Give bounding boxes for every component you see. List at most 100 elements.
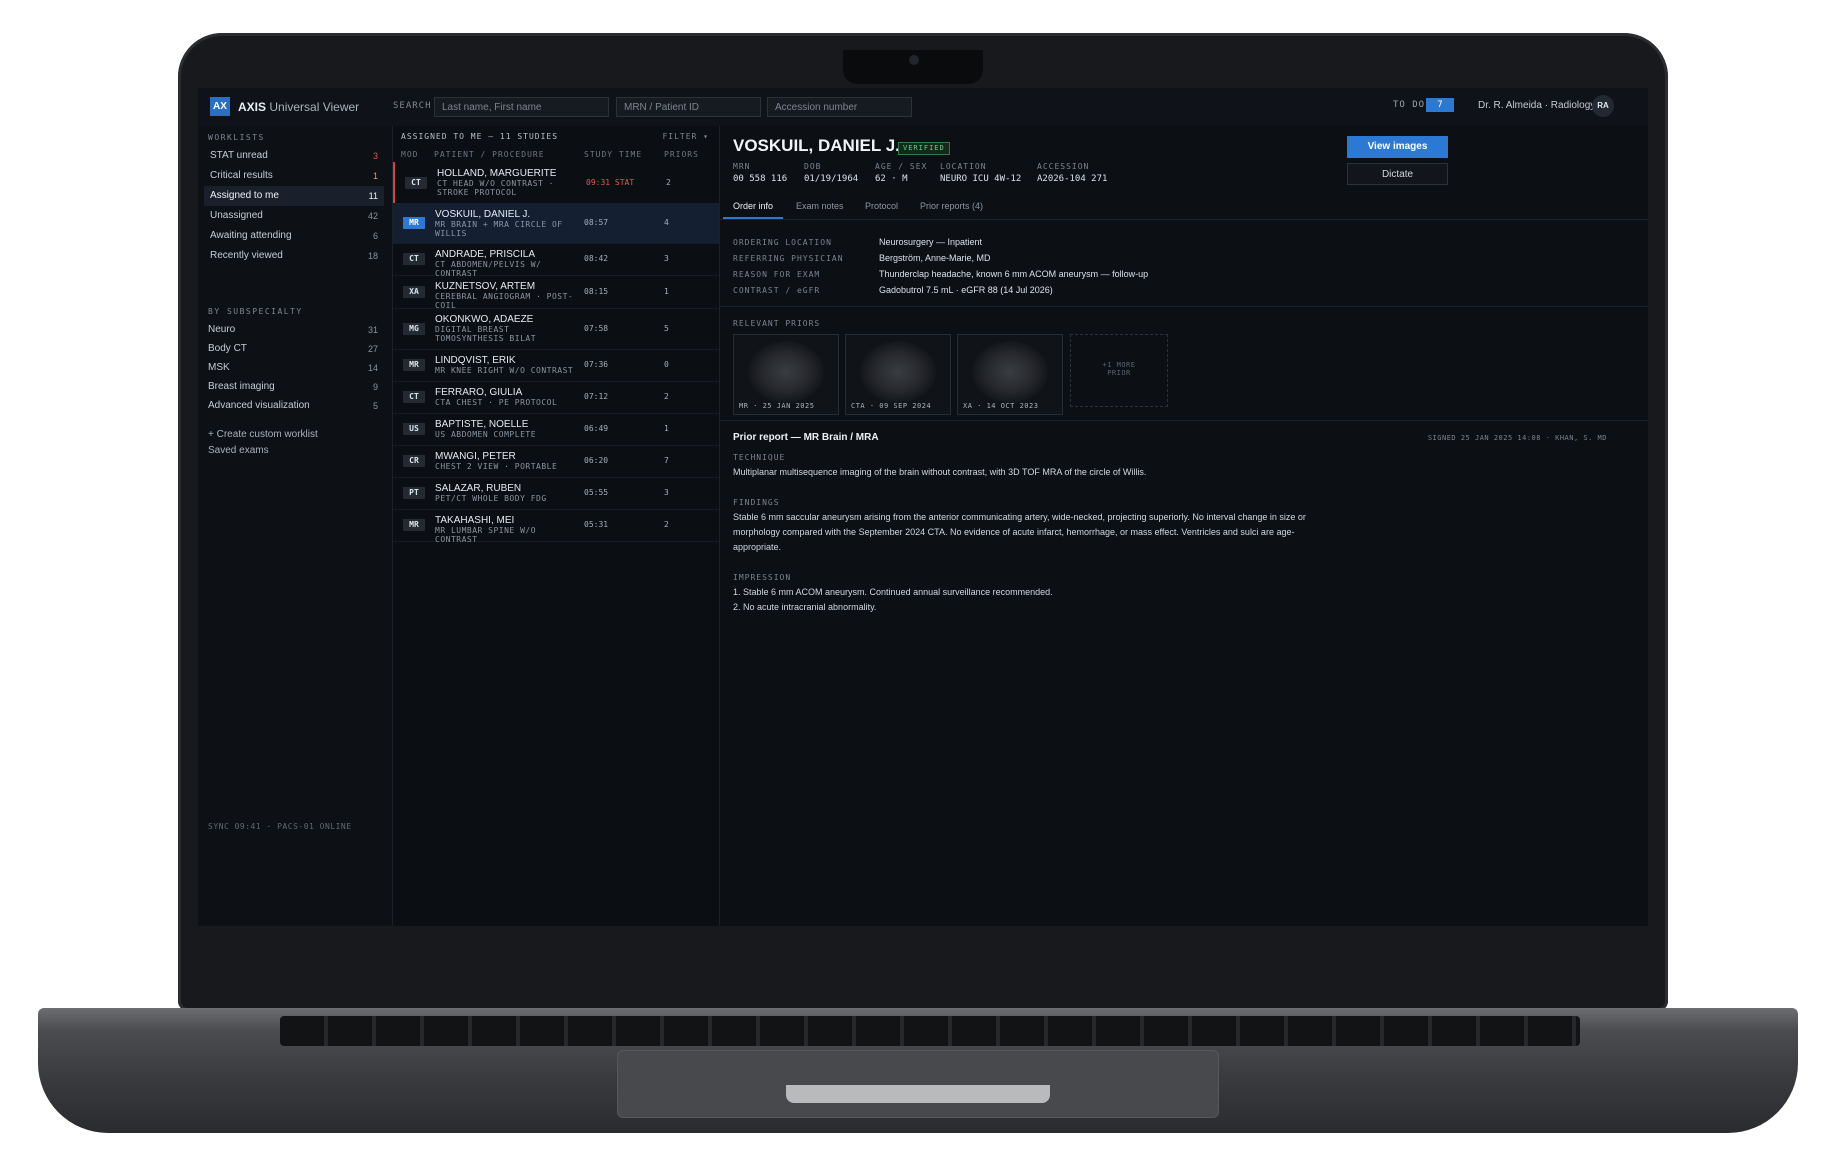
table-row[interactable]: XA KUZNETSOV, ARTEM CEREBRAL ANGIOGRAM · P…	[393, 275, 719, 310]
table-row[interactable]: CR MWANGI, PETER CHEST 2 VIEW · PORTABLE 06…	[393, 445, 719, 478]
sidebar-item-count: 1	[372, 171, 378, 181]
worklist-panel: ASSIGNED TO ME — 11 STUDIES FILTER ▾ MOD…	[393, 126, 721, 926]
impression-heading: IMPRESSION	[733, 573, 792, 582]
study-time: 07:36	[584, 360, 609, 369]
study-detail: VOSKUIL, DANIEL J. VERIFIED MRN 00 558 11…	[720, 126, 1648, 926]
more-priors-line2: PRIOR	[1107, 369, 1131, 377]
sidebar-item-worklist[interactable]: Unassigned 42	[204, 206, 384, 226]
col-patient[interactable]: PATIENT / PROCEDURE	[434, 150, 545, 159]
sidebar-item-subspecialty[interactable]: Body CT 27	[198, 339, 384, 359]
table-row[interactable]: MR VOSKUIL, DANIEL J. MR BRAIN + MRA CIRCL…	[393, 203, 719, 244]
app-screen: AX AXIS Universal Viewer SEARCH Last nam…	[198, 88, 1648, 926]
procedure: MR LUMBAR SPINE W/O CONTRAST	[435, 526, 537, 544]
sidebar-item-label: Unassigned	[210, 210, 263, 221]
modality-badge: CT	[405, 177, 427, 189]
name-search-input[interactable]: Last name, First name	[434, 97, 609, 117]
sidebar-item-worklist[interactable]: Recently viewed 18	[204, 246, 384, 266]
table-row[interactable]: CT ANDRADE, PRISCILA CT ABDOMEN/PELVIS W/ …	[393, 243, 719, 278]
accession-search-input[interactable]: Accession number	[767, 97, 912, 117]
sidebar-item-label: MSK	[208, 362, 230, 373]
more-priors-button[interactable]: +1 MORE PRIOR	[1070, 334, 1168, 407]
modality-badge: US	[403, 423, 425, 435]
col-priors[interactable]: PRIORS	[664, 150, 699, 159]
prior-caption: CTA · 09 SEP 2024	[851, 402, 932, 410]
sidebar-item-label: Advanced visualization	[208, 400, 310, 411]
app-subtitle: Universal Viewer	[269, 100, 360, 114]
user-name[interactable]: Dr. R. Almeida · Radiology	[1478, 100, 1595, 111]
top-bar: AX AXIS Universal Viewer SEARCH Last nam…	[198, 88, 1648, 127]
prior-thumbnail[interactable]: XA · 14 OCT 2023	[957, 334, 1063, 415]
sidebar-item-label: Assigned to me	[210, 190, 279, 201]
tab-protocol[interactable]: Protocol	[865, 201, 898, 211]
filter-button[interactable]: FILTER ▾	[662, 132, 709, 141]
modality-badge: MR	[403, 359, 425, 371]
meta-value: 01/19/1964	[804, 174, 859, 184]
patient-name: MWANGI, PETER	[435, 451, 516, 462]
priors-heading: RELEVANT PRIORS	[733, 319, 821, 328]
table-row[interactable]: US BAPTISTE, NOELLE US ABDOMEN COMPLETE 06:…	[393, 413, 719, 446]
meta-value: 62 · M	[875, 174, 908, 184]
meta-label: MRN	[733, 162, 751, 171]
todo-label[interactable]: TO DO	[1393, 100, 1425, 110]
patient-name: BAPTISTE, NOELLE	[435, 419, 529, 430]
prior-thumbnail[interactable]: CTA · 09 SEP 2024	[845, 334, 951, 415]
dictate-button[interactable]: Dictate	[1347, 163, 1448, 185]
meta-label: LOCATION	[940, 162, 987, 171]
create-worklist-link[interactable]: + Create custom worklist	[208, 429, 318, 440]
sidebar-item-worklist[interactable]: Critical results 1	[204, 166, 384, 186]
sidebar-item-subspecialty[interactable]: Advanced visualization 5	[198, 396, 384, 416]
modality-badge: CR	[403, 455, 425, 467]
sidebar-item-label: Awaiting attending	[210, 230, 292, 241]
status-badge: VERIFIED	[898, 142, 950, 155]
sidebar-item-count: 6	[372, 231, 378, 241]
modality-badge: MG	[403, 323, 425, 335]
sidebar-item-worklist[interactable]: Assigned to me 11	[204, 186, 384, 206]
patient-name: FERRARO, GIULIA	[435, 387, 523, 398]
sidebar-item-subspecialty[interactable]: Neuro 31	[198, 320, 384, 340]
sidebar-item-count: 31	[367, 325, 378, 335]
findings-text: Stable 6 mm saccular aneurysm arising fr…	[733, 512, 1306, 552]
patient-name: OKONKWO, ADAEZE	[435, 314, 534, 325]
sidebar-item-subspecialty[interactable]: MSK 14	[198, 358, 384, 378]
sidebar-item-count: 18	[367, 251, 378, 261]
mrn-search-input[interactable]: MRN / Patient ID	[616, 97, 761, 117]
col-study-time[interactable]: STUDY TIME	[584, 150, 642, 159]
table-row[interactable]: MG OKONKWO, ADAEZE DIGITAL BREAST TOMOSYNT…	[393, 308, 719, 350]
modality-badge: CT	[403, 253, 425, 265]
study-time: 08:42	[584, 254, 609, 263]
table-row[interactable]: PT SALAZAR, RUBEN PET/CT WHOLE BODY FDG 05:…	[393, 477, 719, 510]
prior-report-signature: SIGNED 25 JAN 2025 14:08 · KHAN, S. MD	[1427, 434, 1607, 442]
avatar[interactable]: RA	[1592, 95, 1614, 117]
order-info-label: CONTRAST / eGFR	[733, 286, 821, 295]
tab-exam-notes[interactable]: Exam notes	[796, 201, 844, 211]
todo-count-badge[interactable]: 7	[1426, 98, 1454, 112]
meta-label: AGE / SEX	[875, 162, 928, 171]
table-row[interactable]: MR TAKAHASHI, MEI MR LUMBAR SPINE W/O CONT…	[393, 509, 719, 544]
prior-image-preview	[972, 341, 1048, 403]
saved-exams-link[interactable]: Saved exams	[208, 445, 269, 456]
prior-image-preview	[748, 341, 824, 403]
priors-count: 2	[664, 520, 669, 529]
sidebar-item-subspecialty[interactable]: Breast imaging 9	[198, 377, 384, 397]
col-mod[interactable]: MOD	[401, 150, 418, 159]
sidebar-item-worklist[interactable]: STAT unread 3	[204, 146, 384, 166]
patient-name: HOLLAND, MARGUERITE	[437, 168, 557, 179]
impression-line: 1. Stable 6 mm ACOM aneurysm. Continued …	[733, 587, 1053, 597]
table-row[interactable]: MR LINDQVIST, ERIK MR KNEE RIGHT W/O CONTR…	[393, 349, 719, 382]
modality-badge: MR	[403, 519, 425, 531]
sidebar-item-worklist[interactable]: Awaiting attending 6	[204, 226, 384, 246]
prior-caption: MR · 25 JAN 2025	[739, 402, 815, 410]
priors-count: 2	[664, 392, 669, 401]
priors-count: 7	[664, 456, 669, 465]
table-row[interactable]: CT HOLLAND, MARGUERITE CT HEAD W/O CONTRAS…	[393, 162, 721, 204]
tab-prior-reports[interactable]: Prior reports (4)	[920, 201, 983, 211]
view-images-button[interactable]: View images	[1347, 136, 1448, 158]
tab-order-info[interactable]: Order info	[733, 201, 773, 211]
table-row[interactable]: CT FERRARO, GIULIA CTA CHEST · PE PROTOCOL…	[393, 381, 719, 414]
prior-thumbnail[interactable]: MR · 25 JAN 2025	[733, 334, 839, 415]
meta-value: NEURO ICU 4W-12	[940, 174, 1022, 184]
order-info-value: Thunderclap headache, known 6 mm ACOM an…	[879, 269, 1149, 279]
sidebar-item-label: Critical results	[210, 170, 273, 181]
priors-count: 1	[664, 424, 669, 433]
sidebar-item-label: Body CT	[208, 343, 247, 354]
